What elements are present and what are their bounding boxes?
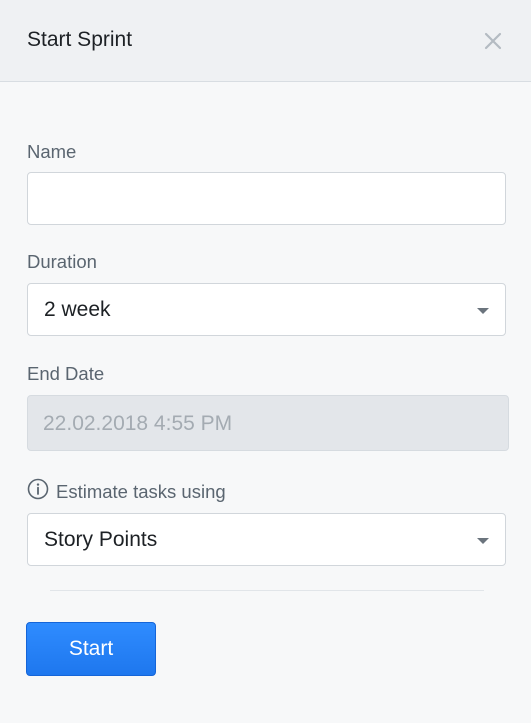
close-icon[interactable] <box>480 28 506 54</box>
estimate-select[interactable]: Story Points <box>27 513 506 566</box>
chevron-down-icon <box>477 308 489 314</box>
name-input[interactable] <box>28 173 505 224</box>
dialog-title: Start Sprint <box>27 28 133 51</box>
duration-label: Duration <box>27 251 97 272</box>
dialog-header: Start Sprint <box>0 0 531 82</box>
estimate-label: Estimate tasks using <box>56 481 226 502</box>
end-date-value: 22.02.2018 4:55 PM <box>43 412 233 435</box>
info-icon[interactable] <box>27 478 49 500</box>
chevron-down-icon <box>477 538 489 544</box>
duration-select[interactable]: 2 week <box>27 283 506 336</box>
estimate-selected-value: Story Points <box>44 528 158 551</box>
start-button[interactable]: Start <box>26 622 156 676</box>
end-date-field: 22.02.2018 4:55 PM <box>27 395 509 451</box>
duration-selected-value: 2 week <box>44 298 111 321</box>
divider <box>50 590 484 591</box>
name-label: Name <box>27 141 77 162</box>
start-sprint-dialog: Start Sprint Name Duration 2 week End Da… <box>0 0 531 723</box>
name-field-wrapper <box>27 172 506 225</box>
end-date-label: End Date <box>27 363 105 384</box>
